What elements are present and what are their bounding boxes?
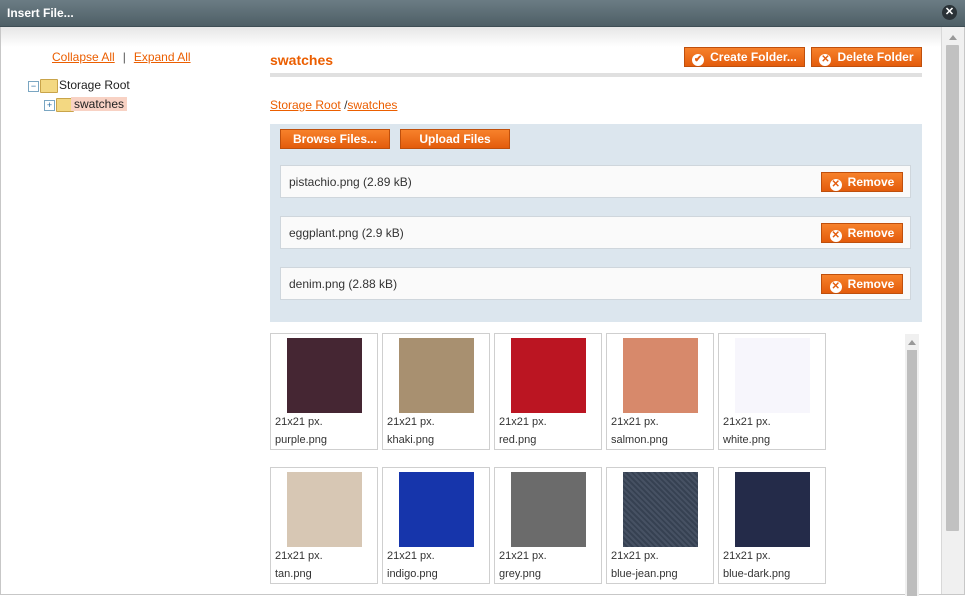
file-name: white.png (723, 434, 771, 446)
upload-file-name: denim.png (2.88 kB) (289, 277, 398, 291)
file-dimensions: 21x21 px. (723, 550, 771, 562)
file-dimensions: 21x21 px. (499, 550, 547, 562)
delete-folder-button[interactable]: ✕ Delete Folder (811, 47, 922, 67)
file-dimensions: 21x21 px. (387, 416, 435, 428)
create-folder-button[interactable]: ✔ Create Folder... (684, 47, 805, 67)
breadcrumb-current-link[interactable]: swatches (347, 98, 397, 112)
file-tile[interactable]: 21x21 px. tan.png (270, 467, 378, 584)
file-tile[interactable]: 21x21 px. white.png (718, 333, 826, 450)
file-tile[interactable]: 21x21 px. blue-jean.png (606, 467, 714, 584)
collapse-toggle-icon[interactable]: − (28, 81, 39, 92)
file-thumbnail (735, 338, 810, 413)
file-name: red.png (499, 434, 537, 446)
file-tile[interactable]: 21x21 px. salmon.png (606, 333, 714, 450)
dialog-title: Insert File... (7, 6, 74, 20)
tree-node-label[interactable]: Storage Root (59, 78, 130, 92)
upload-file-name: pistachio.png (2.89 kB) (289, 175, 412, 189)
file-thumbnail (287, 338, 362, 413)
tree-controls: Collapse All | Expand All (52, 50, 191, 64)
tree-links-separator: | (122, 50, 126, 64)
file-thumbnail (287, 472, 362, 547)
page-title: swatches (270, 52, 334, 68)
file-dimensions: 21x21 px. (387, 550, 435, 562)
close-icon[interactable]: ✕ (942, 5, 957, 20)
file-thumbnail (511, 338, 586, 413)
delete-folder-label: Delete Folder (837, 50, 914, 64)
file-dimensions: 21x21 px. (611, 550, 659, 562)
file-tile[interactable]: 21x21 px. purple.png (270, 333, 378, 450)
upload-file-row: pistachio.png (2.89 kB) ✕ Remove (280, 165, 911, 198)
file-tile[interactable]: 21x21 px. grey.png (494, 467, 602, 584)
upload-file-row: eggplant.png (2.9 kB) ✕ Remove (280, 216, 911, 249)
file-name: blue-dark.png (723, 568, 791, 580)
title-divider (270, 73, 922, 77)
file-name: salmon.png (611, 434, 668, 446)
file-thumbnail (623, 472, 698, 547)
dialog-header-gradient (1, 27, 941, 47)
expand-toggle-icon[interactable]: + (44, 100, 55, 111)
remove-label: Remove (847, 175, 895, 189)
file-dimensions: 21x21 px. (611, 416, 659, 428)
file-tile[interactable]: 21x21 px. red.png (494, 333, 602, 450)
upload-file-name: eggplant.png (2.9 kB) (289, 226, 404, 240)
remove-label: Remove (847, 226, 895, 240)
remove-icon: ✕ (829, 230, 842, 242)
file-thumbnail (399, 472, 474, 547)
check-circle-icon: ✔ (692, 54, 705, 66)
file-dimensions: 21x21 px. (723, 416, 771, 428)
file-dimensions: 21x21 px. (499, 416, 547, 428)
upload-file-row: denim.png (2.88 kB) ✕ Remove (280, 267, 911, 300)
remove-icon: ✕ (829, 179, 842, 191)
scroll-thumb[interactable] (946, 45, 959, 531)
file-name: grey.png (499, 568, 541, 580)
file-grid-scrollbar[interactable] (905, 334, 919, 596)
file-tile[interactable]: 21x21 px. blue-dark.png (718, 467, 826, 584)
scroll-up-arrow-icon[interactable] (949, 35, 957, 40)
remove-label: Remove (847, 277, 895, 291)
upload-files-button[interactable]: Upload Files (400, 129, 510, 149)
file-tile[interactable]: 21x21 px. indigo.png (382, 467, 490, 584)
file-dimensions: 21x21 px. (275, 550, 323, 562)
scroll-up-arrow-icon[interactable] (908, 340, 916, 345)
collapse-all-link[interactable]: Collapse All (52, 50, 115, 64)
breadcrumb-root-link[interactable]: Storage Root (270, 98, 341, 112)
remove-button[interactable]: ✕ Remove (821, 172, 903, 192)
remove-button[interactable]: ✕ Remove (821, 274, 903, 294)
browse-files-button[interactable]: Browse Files... (280, 129, 390, 149)
file-name: blue-jean.png (611, 568, 678, 580)
folder-open-icon (40, 79, 58, 93)
breadcrumb: Storage Root /swatches (270, 98, 397, 112)
dialog-titlebar: Insert File... ✕ (0, 0, 965, 27)
file-thumbnail (399, 338, 474, 413)
file-name: indigo.png (387, 568, 438, 580)
file-name: khaki.png (387, 434, 435, 446)
file-dimensions: 21x21 px. (275, 416, 323, 428)
file-thumbnail (511, 472, 586, 547)
upload-panel: Browse Files... Upload Files pistachio.p… (270, 124, 922, 322)
remove-icon: ✕ (829, 281, 842, 293)
delete-circle-icon: ✕ (819, 54, 832, 66)
file-name: purple.png (275, 434, 327, 446)
file-name: tan.png (275, 568, 312, 580)
file-tile[interactable]: 21x21 px. khaki.png (382, 333, 490, 450)
scroll-thumb[interactable] (907, 350, 917, 596)
expand-all-link[interactable]: Expand All (134, 50, 191, 64)
dialog-scrollbar[interactable] (941, 27, 964, 594)
file-thumbnail (623, 338, 698, 413)
tree-node-label[interactable]: swatches (71, 97, 128, 111)
file-thumbnail (735, 472, 810, 547)
remove-button[interactable]: ✕ Remove (821, 223, 903, 243)
create-folder-label: Create Folder... (710, 50, 797, 64)
